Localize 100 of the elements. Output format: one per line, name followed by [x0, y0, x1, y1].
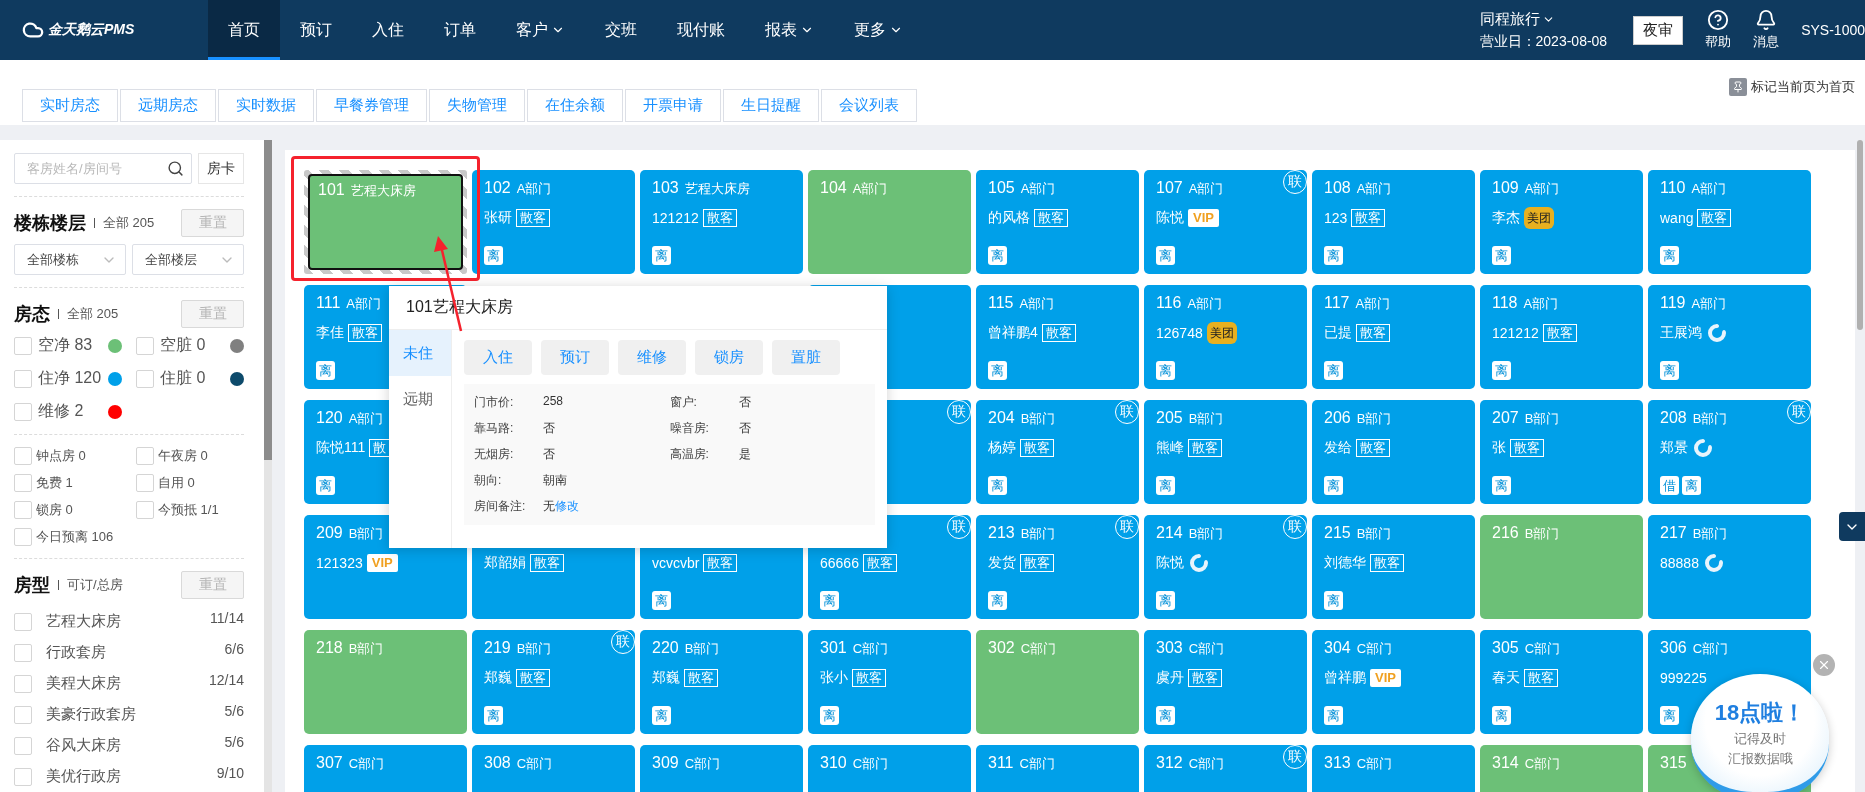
room-number: 109 — [1492, 179, 1519, 197]
status-badge: 离 — [1682, 476, 1701, 495]
guest-tag: 散客 — [1356, 439, 1390, 457]
room-type-count: 5/6 — [224, 703, 244, 719]
guest-tag: 散客 — [1041, 324, 1076, 342]
guest-name: 杨婷 — [988, 439, 1016, 457]
guest-tag: 散客 — [702, 209, 737, 227]
detail-value: 是 — [738, 446, 751, 463]
guest-name: 发给 — [1324, 439, 1352, 457]
room-number: 312 — [1156, 754, 1183, 772]
room-number: 303 — [1156, 639, 1183, 657]
guest-name: 郑韶娟 — [484, 554, 526, 572]
room-number: 220 — [652, 639, 679, 657]
room-label: B部门 — [1188, 525, 1224, 543]
room-type-name: 艺程大床房 — [46, 612, 122, 631]
room-label: B部门 — [1356, 410, 1392, 428]
status-badge: 离 — [1660, 246, 1679, 265]
section-title: 房型 — [14, 574, 50, 597]
guest-name: 陈悦 — [1156, 554, 1184, 572]
room-number: 313 — [1324, 754, 1351, 772]
guest-tag: 散客 — [1356, 324, 1390, 342]
linked-badge: 联 — [611, 630, 635, 654]
status-label: 住净 120 — [38, 368, 102, 388]
room-number: 215 — [1324, 524, 1351, 542]
filter-label: 锁房 0 — [36, 501, 74, 519]
room-number: 120 — [316, 409, 343, 427]
room-label: B部门 — [1356, 525, 1392, 543]
room-label: C部门 — [852, 755, 889, 773]
room-label: B部门 — [684, 640, 720, 658]
filter-label: 今预抵 1/1 — [158, 501, 220, 519]
guest-tag: VIP — [1370, 669, 1401, 687]
room-number: 208 — [1660, 409, 1687, 427]
filter-label: 免费 1 — [36, 474, 74, 492]
section-title: 房态 — [14, 303, 50, 326]
room-number: 306 — [1660, 639, 1687, 657]
guest-name: 66666 — [820, 555, 859, 571]
room-type-count: 6/6 — [224, 641, 244, 657]
room-label: A部门 — [346, 295, 381, 313]
status-badge: 离 — [316, 361, 335, 380]
status-badge: 离 — [1156, 706, 1175, 725]
room-number: 207 — [1492, 409, 1519, 427]
room-label: A部门 — [1523, 295, 1559, 313]
status-badge: 离 — [1660, 706, 1679, 725]
room-label: A部门 — [1356, 180, 1392, 198]
room-label: C部门 — [1020, 640, 1057, 658]
room-type-count: 9/10 — [216, 765, 244, 781]
room-number: 301 — [820, 639, 847, 657]
section-summary: 全部 205 — [67, 305, 119, 323]
detail-label: 窗户: — [669, 394, 698, 411]
room-number: 219 — [484, 639, 511, 657]
guest-name: 126748 — [1156, 325, 1203, 341]
status-label: 空脏 0 — [160, 335, 207, 355]
status-badge: 离 — [1324, 361, 1343, 380]
room-type-count: 12/14 — [208, 672, 244, 688]
status-badge: 离 — [988, 476, 1007, 495]
room-number: 310 — [820, 754, 847, 772]
status-badge: 离 — [1492, 246, 1511, 265]
room-number: 213 — [988, 524, 1015, 542]
room-label: A部门 — [516, 180, 552, 198]
room-label: C部门 — [1019, 755, 1055, 773]
detail-label: 高温房: — [669, 446, 710, 463]
guest-tag: 散客 — [530, 554, 564, 572]
guest-tag: 散客 — [703, 554, 738, 572]
detail-value: 否 — [543, 420, 555, 437]
room-number: 309 — [652, 754, 679, 772]
room-label: A部门 — [1355, 295, 1391, 313]
status-badge: 离 — [652, 591, 671, 610]
linked-badge: 联 — [1283, 170, 1307, 194]
room-type-name: 美程大床房 — [46, 674, 122, 693]
guest-name: 陈悦 — [1156, 209, 1184, 227]
reminder-text: 记得及时 — [1734, 730, 1786, 748]
room-type-name: 美优行政房 — [46, 767, 122, 786]
room-number: 304 — [1324, 639, 1351, 657]
room-number: 216 — [1492, 524, 1519, 542]
room-type-count: 5/6 — [224, 734, 244, 750]
guest-tag: 散客 — [1510, 439, 1544, 457]
room-label: B部门 — [1692, 410, 1728, 428]
room-label: C部门 — [1356, 640, 1393, 658]
guest-tag: 散客 — [1370, 554, 1404, 572]
guest-tag: 散客 — [1524, 669, 1558, 687]
room-number: 107 — [1156, 179, 1183, 197]
guest-name: 已提 — [1324, 324, 1352, 342]
status-badge: 离 — [652, 706, 671, 725]
room-label: A部门 — [1691, 295, 1727, 313]
reminder-title: 18点啦！ — [1714, 699, 1806, 727]
room-number: 206 — [1324, 409, 1351, 427]
detail-value: 朝南 — [543, 472, 567, 489]
room-label: C部门 — [516, 755, 553, 773]
room-number: 308 — [484, 754, 511, 772]
linked-badge: 联 — [1787, 400, 1811, 424]
guest-tag: VIP — [1188, 209, 1219, 227]
guest-tag: 散客 — [852, 669, 886, 687]
detail-label: 靠马路: — [474, 420, 515, 437]
room-label: A部门 — [852, 180, 888, 198]
detail-label: 噪音房: — [669, 420, 710, 437]
status-badge: 离 — [1324, 591, 1343, 610]
business-day: 营业日：2023-08-08 — [1479, 32, 1608, 51]
room-number: 302 — [988, 639, 1015, 657]
guest-tag: 散客 — [1020, 439, 1054, 457]
guest-tag: 散客 — [1188, 439, 1222, 457]
